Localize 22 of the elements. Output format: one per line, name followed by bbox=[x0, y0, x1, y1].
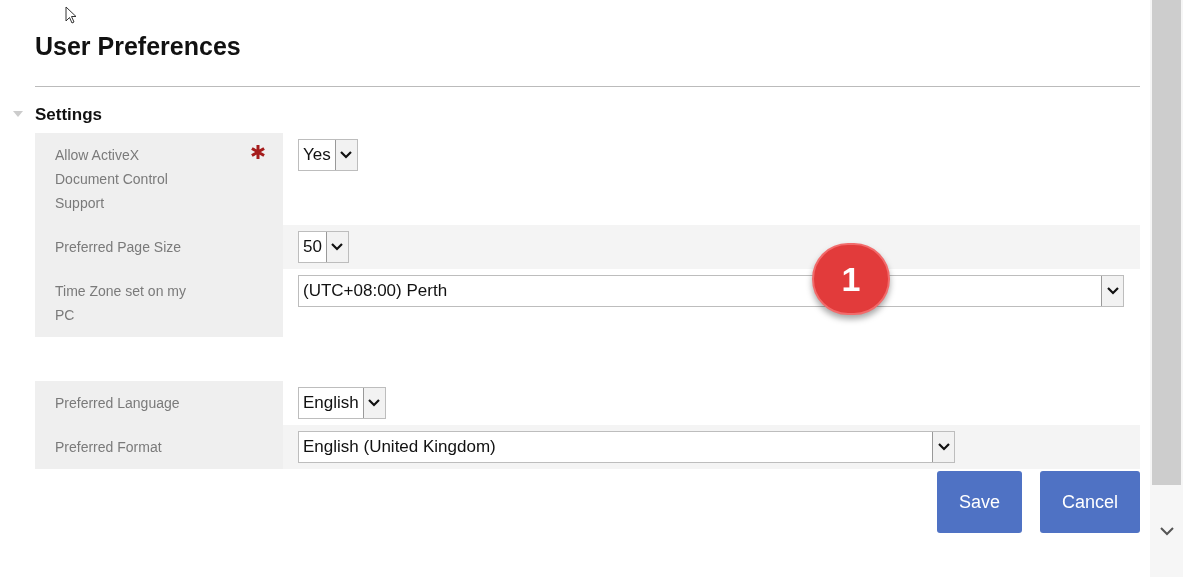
scroll-down-icon[interactable] bbox=[1159, 526, 1174, 536]
chevron-down-icon bbox=[330, 242, 345, 252]
field-label: Preferred Format bbox=[55, 438, 163, 457]
chevron-down-icon bbox=[936, 442, 951, 452]
cursor-icon bbox=[65, 6, 77, 25]
page-title: User Preferences bbox=[35, 31, 241, 62]
chevron-down-icon bbox=[339, 150, 354, 160]
chevron-down-icon bbox=[1105, 286, 1120, 296]
save-button[interactable]: Save bbox=[936, 471, 1022, 533]
field-label: Preferred Page Size bbox=[55, 238, 183, 257]
field-label: Preferred Language bbox=[55, 394, 181, 413]
dropdown[interactable]: 50 bbox=[298, 231, 349, 263]
section-title: Settings bbox=[35, 103, 103, 126]
scrollbar[interactable] bbox=[1150, 0, 1183, 577]
dropdown[interactable]: English (United Kingdom) bbox=[298, 431, 955, 463]
dropdown[interactable]: Yes bbox=[298, 139, 358, 171]
field-label: Time Zone set on my PC bbox=[55, 282, 187, 325]
chevron-down-icon bbox=[367, 398, 382, 408]
collapse-triangle-icon[interactable] bbox=[13, 110, 23, 119]
cancel-button[interactable]: Cancel bbox=[1039, 471, 1140, 533]
dropdown[interactable]: English bbox=[298, 387, 386, 419]
field-label: Allow ActiveX Document Control Support bbox=[55, 146, 169, 213]
